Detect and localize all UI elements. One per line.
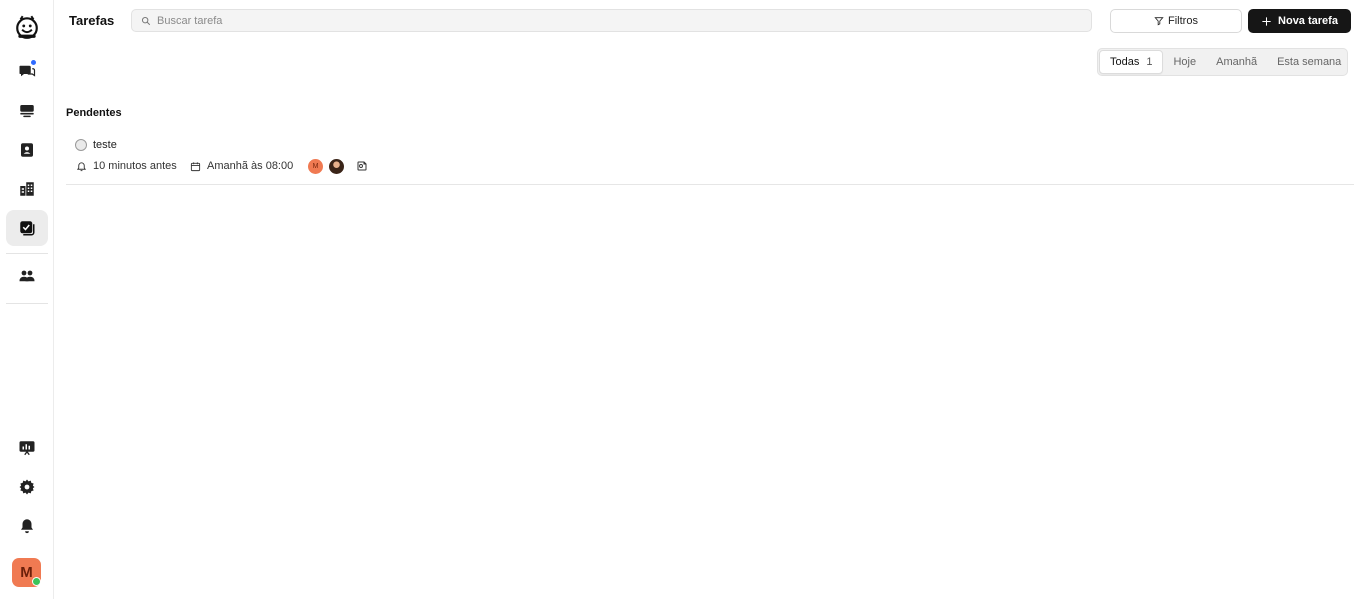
task-reminder-text: 10 minutos antes [93, 160, 177, 172]
sidebar-item-inbox[interactable] [6, 93, 48, 129]
assignee-avatar[interactable]: M [308, 159, 323, 174]
tab-label: Hoje [1173, 56, 1197, 68]
date-filter-tabs: Todas 1 Hoje Amanhã Esta semana [1097, 48, 1348, 76]
sidebar-item-settings[interactable] [6, 469, 48, 505]
sidebar-item-reports[interactable] [6, 430, 48, 466]
search-icon [141, 16, 151, 25]
tab-amanha[interactable]: Amanhã [1206, 50, 1267, 74]
presentation-icon [19, 441, 35, 456]
tab-label: Esta semana [1277, 56, 1342, 68]
section-title: Pendentes [66, 107, 122, 119]
contacts-icon [21, 143, 33, 157]
online-status-dot [32, 577, 41, 586]
search-input[interactable] [157, 14, 1057, 27]
tab-hoje[interactable]: Hoje [1163, 50, 1206, 74]
task-due-text: Amanhã às 08:00 [207, 160, 294, 172]
task-item[interactable]: teste 10 minutos antes Amanhã às 08:00 M [66, 134, 1354, 185]
new-task-button-label: Nova tarefa [1278, 15, 1338, 27]
tab-count: 1 [1146, 56, 1153, 68]
app-logo-icon[interactable] [6, 8, 48, 46]
sticker-icon[interactable] [356, 160, 368, 172]
inbox-icon [20, 105, 34, 118]
page-title: Tarefas [69, 13, 115, 28]
task-reminder: 10 minutos antes [76, 160, 177, 172]
task-title[interactable]: teste [93, 139, 117, 151]
sidebar-item-chats[interactable] [6, 53, 48, 89]
sidebar-item-team[interactable] [6, 258, 48, 294]
sidebar: M [0, 0, 54, 599]
sidebar-divider [6, 303, 48, 304]
tab-todas[interactable]: Todas 1 [1099, 50, 1164, 74]
tab-esta-semana[interactable]: Esta semana [1267, 50, 1351, 74]
tab-label: Amanhã [1216, 56, 1258, 68]
bell-icon [21, 519, 33, 534]
tab-label: Todas [1110, 56, 1140, 68]
task-complete-checkbox[interactable] [75, 139, 87, 151]
companies-icon [20, 182, 34, 196]
notification-badge [30, 59, 37, 66]
task-due-date[interactable]: Amanhã às 08:00 [190, 160, 293, 172]
search-bar[interactable] [131, 9, 1092, 32]
sidebar-item-contacts[interactable] [6, 132, 48, 168]
tasks-icon [20, 221, 35, 236]
sidebar-item-notifications[interactable] [6, 508, 48, 544]
sidebar-divider [6, 253, 48, 254]
sidebar-item-companies[interactable] [6, 171, 48, 207]
filter-icon [1154, 17, 1164, 26]
filter-button[interactable]: Filtros [1110, 9, 1242, 33]
gear-icon [19, 479, 35, 495]
sidebar-item-tasks[interactable] [6, 210, 48, 246]
contact-avatar[interactable] [329, 159, 344, 174]
plus-icon [1262, 16, 1271, 26]
calendar-icon [190, 161, 201, 171]
filter-button-label: Filtros [1168, 15, 1198, 27]
alarm-icon [76, 161, 87, 171]
logo-mascot-icon [16, 15, 38, 39]
team-icon [19, 270, 35, 282]
new-task-button[interactable]: Nova tarefa [1248, 9, 1351, 33]
